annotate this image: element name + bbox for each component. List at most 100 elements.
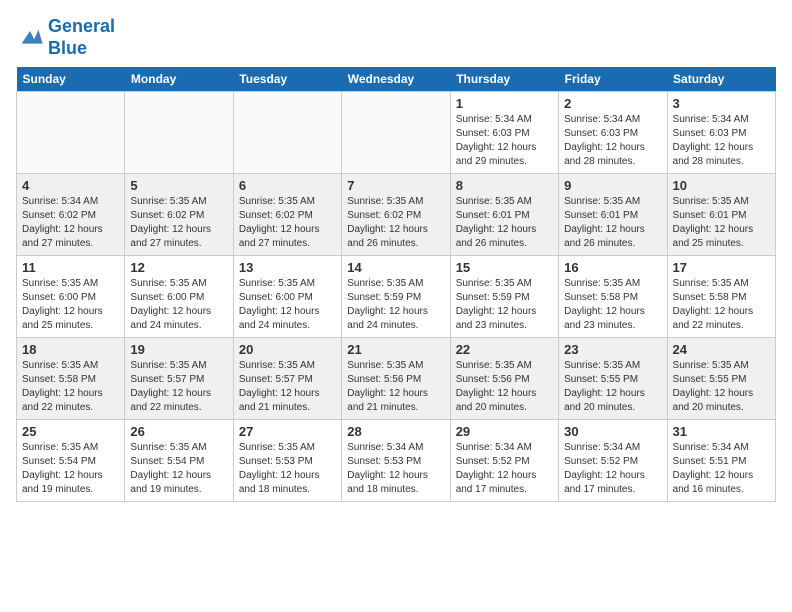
day-number: 14 bbox=[347, 260, 444, 275]
calendar-cell: 23 Sunrise: 5:35 AMSunset: 5:55 PMDayligh… bbox=[559, 338, 667, 420]
day-number: 2 bbox=[564, 96, 661, 111]
day-number: 31 bbox=[673, 424, 770, 439]
day-number: 12 bbox=[130, 260, 227, 275]
calendar-cell: 3Sunrise: 5:34 AMSunset: 6:03 PMDaylight… bbox=[667, 92, 775, 174]
calendar-week-3: 11 Sunrise: 5:35 AMSunset: 6:00 PMDayligh… bbox=[17, 256, 776, 338]
day-number: 8 bbox=[456, 178, 553, 193]
day-info: Sunrise: 5:35 AMSunset: 6:00 PMDaylight:… bbox=[22, 277, 119, 333]
calendar-cell: 16 Sunrise: 5:35 AMSunset: 5:58 PMDayligh… bbox=[559, 256, 667, 338]
day-number: 30 bbox=[564, 424, 661, 439]
day-number: 23 bbox=[564, 342, 661, 357]
day-info: Sunrise: 5:35 AMSunset: 5:55 PMDaylight:… bbox=[564, 359, 661, 415]
calendar-table: SundayMondayTuesdayWednesdayThursdayFrid… bbox=[16, 67, 776, 502]
day-info: Sunrise: 5:35 AMSunset: 5:59 PMDaylight:… bbox=[456, 277, 553, 333]
calendar-cell: 22 Sunrise: 5:35 AMSunset: 5:56 PMDayligh… bbox=[450, 338, 558, 420]
logo: General Blue bbox=[16, 16, 115, 59]
column-header-monday: Monday bbox=[125, 67, 233, 92]
column-header-tuesday: Tuesday bbox=[233, 67, 341, 92]
calendar-cell: 17 Sunrise: 5:35 AMSunset: 5:58 PMDayligh… bbox=[667, 256, 775, 338]
day-info: Sunrise: 5:35 AMSunset: 6:00 PMDaylight:… bbox=[130, 277, 227, 333]
header-row: SundayMondayTuesdayWednesdayThursdayFrid… bbox=[17, 67, 776, 92]
day-number: 28 bbox=[347, 424, 444, 439]
day-number: 13 bbox=[239, 260, 336, 275]
calendar-cell: 30Sunrise: 5:34 AMSunset: 5:52 PMDayligh… bbox=[559, 420, 667, 502]
day-number: 19 bbox=[130, 342, 227, 357]
day-info: Sunrise: 5:35 AMSunset: 6:01 PMDaylight:… bbox=[564, 195, 661, 251]
day-info: Sunrise: 5:35 AMSunset: 5:55 PMDaylight:… bbox=[673, 359, 770, 415]
day-info: Sunrise: 5:35 AMSunset: 5:58 PMDaylight:… bbox=[564, 277, 661, 333]
logo-text: General Blue bbox=[48, 16, 115, 59]
day-info: Sunrise: 5:35 AMSunset: 6:00 PMDaylight:… bbox=[239, 277, 336, 333]
calendar-cell: 11 Sunrise: 5:35 AMSunset: 6:00 PMDayligh… bbox=[17, 256, 125, 338]
day-info: Sunrise: 5:35 AMSunset: 5:58 PMDaylight:… bbox=[22, 359, 119, 415]
calendar-cell bbox=[125, 92, 233, 174]
calendar-cell bbox=[17, 92, 125, 174]
day-number: 27 bbox=[239, 424, 336, 439]
calendar-cell: 2 Sunrise: 5:34 AMSunset: 6:03 PMDaylight… bbox=[559, 92, 667, 174]
day-info: Sunrise: 5:35 AMSunset: 6:02 PMDaylight:… bbox=[130, 195, 227, 251]
calendar-cell: 21Sunrise: 5:35 AMSunset: 5:56 PMDayligh… bbox=[342, 338, 450, 420]
day-number: 11 bbox=[22, 260, 119, 275]
day-info: Sunrise: 5:35 AMSunset: 6:01 PMDaylight:… bbox=[673, 195, 770, 251]
day-number: 5 bbox=[130, 178, 227, 193]
day-info: Sunrise: 5:34 AMSunset: 5:51 PMDaylight:… bbox=[673, 441, 770, 497]
calendar-cell: 18 Sunrise: 5:35 AMSunset: 5:58 PMDayligh… bbox=[17, 338, 125, 420]
calendar-cell: 9 Sunrise: 5:35 AMSunset: 6:01 PMDaylight… bbox=[559, 174, 667, 256]
column-header-sunday: Sunday bbox=[17, 67, 125, 92]
day-info: Sunrise: 5:35 AMSunset: 5:57 PMDaylight:… bbox=[239, 359, 336, 415]
calendar-cell bbox=[233, 92, 341, 174]
day-number: 22 bbox=[456, 342, 553, 357]
calendar-week-1: 1 Sunrise: 5:34 AMSunset: 6:03 PMDaylight… bbox=[17, 92, 776, 174]
calendar-cell: 4Sunrise: 5:34 AMSunset: 6:02 PMDaylight… bbox=[17, 174, 125, 256]
day-number: 17 bbox=[673, 260, 770, 275]
day-info: Sunrise: 5:35 AMSunset: 5:57 PMDaylight:… bbox=[130, 359, 227, 415]
day-info: Sunrise: 5:34 AMSunset: 5:53 PMDaylight:… bbox=[347, 441, 444, 497]
calendar-cell: 12 Sunrise: 5:35 AMSunset: 6:00 PMDayligh… bbox=[125, 256, 233, 338]
calendar-cell: 26 Sunrise: 5:35 AMSunset: 5:54 PMDayligh… bbox=[125, 420, 233, 502]
day-number: 18 bbox=[22, 342, 119, 357]
day-info: Sunrise: 5:35 AMSunset: 5:56 PMDaylight:… bbox=[347, 359, 444, 415]
day-info: Sunrise: 5:35 AMSunset: 6:02 PMDaylight:… bbox=[347, 195, 444, 251]
column-header-thursday: Thursday bbox=[450, 67, 558, 92]
calendar-cell: 7 Sunrise: 5:35 AMSunset: 6:02 PMDaylight… bbox=[342, 174, 450, 256]
calendar-cell: 15Sunrise: 5:35 AMSunset: 5:59 PMDayligh… bbox=[450, 256, 558, 338]
day-number: 1 bbox=[456, 96, 553, 111]
calendar-week-2: 4Sunrise: 5:34 AMSunset: 6:02 PMDaylight… bbox=[17, 174, 776, 256]
calendar-cell: 28 Sunrise: 5:34 AMSunset: 5:53 PMDayligh… bbox=[342, 420, 450, 502]
calendar-cell: 31 Sunrise: 5:34 AMSunset: 5:51 PMDayligh… bbox=[667, 420, 775, 502]
column-header-saturday: Saturday bbox=[667, 67, 775, 92]
day-number: 16 bbox=[564, 260, 661, 275]
day-info: Sunrise: 5:34 AMSunset: 6:03 PMDaylight:… bbox=[456, 113, 553, 169]
calendar-cell bbox=[342, 92, 450, 174]
day-number: 25 bbox=[22, 424, 119, 439]
day-number: 7 bbox=[347, 178, 444, 193]
day-info: Sunrise: 5:35 AMSunset: 5:58 PMDaylight:… bbox=[673, 277, 770, 333]
calendar-cell: 6 Sunrise: 5:35 AMSunset: 6:02 PMDaylight… bbox=[233, 174, 341, 256]
page-header: General Blue bbox=[16, 16, 776, 59]
calendar-cell: 14Sunrise: 5:35 AMSunset: 5:59 PMDayligh… bbox=[342, 256, 450, 338]
calendar-cell: 13 Sunrise: 5:35 AMSunset: 6:00 PMDayligh… bbox=[233, 256, 341, 338]
calendar-cell: 20Sunrise: 5:35 AMSunset: 5:57 PMDayligh… bbox=[233, 338, 341, 420]
day-number: 6 bbox=[239, 178, 336, 193]
calendar-cell: 1 Sunrise: 5:34 AMSunset: 6:03 PMDaylight… bbox=[450, 92, 558, 174]
calendar-cell: 5 Sunrise: 5:35 AMSunset: 6:02 PMDaylight… bbox=[125, 174, 233, 256]
calendar-cell: 8Sunrise: 5:35 AMSunset: 6:01 PMDaylight… bbox=[450, 174, 558, 256]
calendar-cell: 24 Sunrise: 5:35 AMSunset: 5:55 PMDayligh… bbox=[667, 338, 775, 420]
day-info: Sunrise: 5:35 AMSunset: 5:54 PMDaylight:… bbox=[22, 441, 119, 497]
logo-bird-icon bbox=[16, 24, 44, 52]
day-info: Sunrise: 5:34 AMSunset: 5:52 PMDaylight:… bbox=[456, 441, 553, 497]
day-info: Sunrise: 5:35 AMSunset: 5:53 PMDaylight:… bbox=[239, 441, 336, 497]
day-info: Sunrise: 5:35 AMSunset: 6:02 PMDaylight:… bbox=[239, 195, 336, 251]
day-info: Sunrise: 5:34 AMSunset: 6:03 PMDaylight:… bbox=[564, 113, 661, 169]
calendar-cell: 27 Sunrise: 5:35 AMSunset: 5:53 PMDayligh… bbox=[233, 420, 341, 502]
day-number: 26 bbox=[130, 424, 227, 439]
day-number: 24 bbox=[673, 342, 770, 357]
day-info: Sunrise: 5:35 AMSunset: 5:54 PMDaylight:… bbox=[130, 441, 227, 497]
column-header-friday: Friday bbox=[559, 67, 667, 92]
calendar-cell: 10Sunrise: 5:35 AMSunset: 6:01 PMDayligh… bbox=[667, 174, 775, 256]
day-number: 9 bbox=[564, 178, 661, 193]
day-info: Sunrise: 5:35 AMSunset: 5:56 PMDaylight:… bbox=[456, 359, 553, 415]
calendar-cell: 25 Sunrise: 5:35 AMSunset: 5:54 PMDayligh… bbox=[17, 420, 125, 502]
calendar-week-4: 18 Sunrise: 5:35 AMSunset: 5:58 PMDayligh… bbox=[17, 338, 776, 420]
day-info: Sunrise: 5:34 AMSunset: 6:02 PMDaylight:… bbox=[22, 195, 119, 251]
